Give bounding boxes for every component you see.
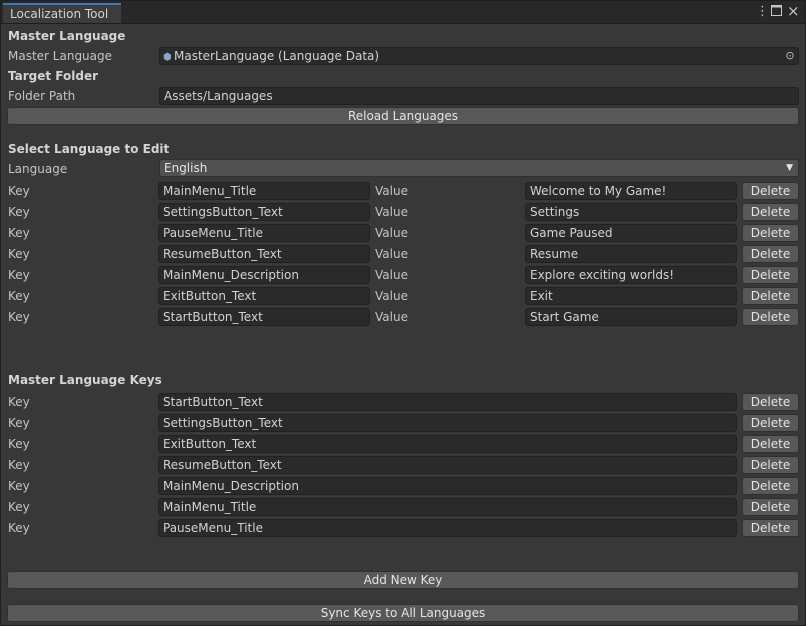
- entry-value-label: Value: [375, 310, 408, 324]
- master-key-label: Key: [8, 437, 30, 451]
- delete-entry-button[interactable]: Delete: [742, 245, 799, 263]
- master-key-label: Key: [8, 479, 30, 493]
- entry-value-label: Value: [375, 184, 408, 198]
- master-key-label: Key: [8, 416, 30, 430]
- master-key-label: Key: [8, 500, 30, 514]
- delete-master-key-button[interactable]: Delete: [742, 435, 799, 453]
- entry-key-input[interactable]: PauseMenu_Title: [158, 224, 370, 242]
- entry-key-input[interactable]: SettingsButton_Text: [158, 203, 370, 221]
- master-key-input[interactable]: SettingsButton_Text: [158, 414, 737, 432]
- master-language-field[interactable]: ⬢ MasterLanguage (Language Data) ⊙: [159, 47, 799, 65]
- master-key-label: Key: [8, 395, 30, 409]
- master-language-label: Master Language: [8, 49, 113, 63]
- folder-path-label: Folder Path: [8, 89, 76, 103]
- target-folder-header: Target Folder: [8, 69, 99, 83]
- entry-key-label: Key: [8, 205, 30, 219]
- delete-master-key-button[interactable]: Delete: [742, 477, 799, 495]
- master-key-input[interactable]: ExitButton_Text: [158, 435, 737, 453]
- entry-key-input[interactable]: MainMenu_Description: [158, 266, 370, 284]
- entry-key-input[interactable]: StartButton_Text: [158, 308, 370, 326]
- delete-master-key-button[interactable]: Delete: [742, 414, 799, 432]
- language-dropdown-value: English: [164, 161, 208, 175]
- tab-localization-tool[interactable]: Localization Tool: [3, 3, 121, 23]
- delete-entry-button[interactable]: Delete: [742, 203, 799, 221]
- chevron-down-icon: ▼: [786, 163, 793, 173]
- entry-value-label: Value: [375, 247, 408, 261]
- language-label: Language: [8, 162, 68, 176]
- folder-path-input[interactable]: Assets/Languages: [159, 87, 799, 105]
- entry-value-input[interactable]: Game Paused: [525, 224, 737, 242]
- entry-key-label: Key: [8, 226, 30, 240]
- close-icon[interactable]: ×: [787, 2, 800, 20]
- master-key-label: Key: [8, 521, 30, 535]
- entry-value-input[interactable]: Welcome to My Game!: [525, 182, 737, 200]
- entry-value-label: Value: [375, 205, 408, 219]
- master-key-input[interactable]: ResumeButton_Text: [158, 456, 737, 474]
- tab-bar: Localization Tool ⋮ ×: [1, 1, 805, 24]
- delete-master-key-button[interactable]: Delete: [742, 393, 799, 411]
- entry-key-input[interactable]: ResumeButton_Text: [158, 245, 370, 263]
- delete-entry-button[interactable]: Delete: [742, 224, 799, 242]
- entry-value-input[interactable]: Settings: [525, 203, 737, 221]
- entry-value-label: Value: [375, 289, 408, 303]
- entry-key-input[interactable]: MainMenu_Title: [158, 182, 370, 200]
- entry-value-input[interactable]: Explore exciting worlds!: [525, 266, 737, 284]
- master-keys-header: Master Language Keys: [8, 373, 162, 387]
- delete-entry-button[interactable]: Delete: [742, 308, 799, 326]
- maximize-icon[interactable]: [771, 5, 782, 20]
- entry-key-label: Key: [8, 247, 30, 261]
- localization-window: Localization Tool ⋮ × Master Language Ma…: [0, 0, 806, 626]
- delete-entry-button[interactable]: Delete: [742, 287, 799, 305]
- master-key-input[interactable]: MainMenu_Title: [158, 498, 737, 516]
- entry-value-input[interactable]: Resume: [525, 245, 737, 263]
- entry-value-input[interactable]: Exit: [525, 287, 737, 305]
- delete-entry-button[interactable]: Delete: [742, 266, 799, 284]
- master-key-input[interactable]: StartButton_Text: [158, 393, 737, 411]
- object-picker-icon[interactable]: ⊙: [784, 50, 796, 62]
- master-key-input[interactable]: PauseMenu_Title: [158, 519, 737, 537]
- entry-key-label: Key: [8, 289, 30, 303]
- scriptable-object-icon: ⬢: [163, 52, 172, 63]
- reload-languages-button[interactable]: Reload Languages: [7, 107, 799, 125]
- master-key-input[interactable]: MainMenu_Description: [158, 477, 737, 495]
- entry-key-input[interactable]: ExitButton_Text: [158, 287, 370, 305]
- entry-value-input[interactable]: Start Game: [525, 308, 737, 326]
- entry-value-label: Value: [375, 268, 408, 282]
- select-language-header: Select Language to Edit: [8, 142, 170, 156]
- kebab-menu-icon[interactable]: ⋮: [756, 4, 769, 19]
- master-key-label: Key: [8, 458, 30, 472]
- delete-entry-button[interactable]: Delete: [742, 182, 799, 200]
- master-language-header: Master Language: [8, 29, 126, 43]
- master-language-value: MasterLanguage (Language Data): [174, 49, 380, 63]
- language-dropdown[interactable]: English ▼: [159, 159, 799, 177]
- entry-key-label: Key: [8, 184, 30, 198]
- add-new-key-button[interactable]: Add New Key: [7, 571, 799, 589]
- entry-key-label: Key: [8, 268, 30, 282]
- entry-key-label: Key: [8, 310, 30, 324]
- delete-master-key-button[interactable]: Delete: [742, 456, 799, 474]
- sync-keys-button[interactable]: Sync Keys to All Languages: [7, 604, 799, 622]
- delete-master-key-button[interactable]: Delete: [742, 498, 799, 516]
- delete-master-key-button[interactable]: Delete: [742, 519, 799, 537]
- entry-value-label: Value: [375, 226, 408, 240]
